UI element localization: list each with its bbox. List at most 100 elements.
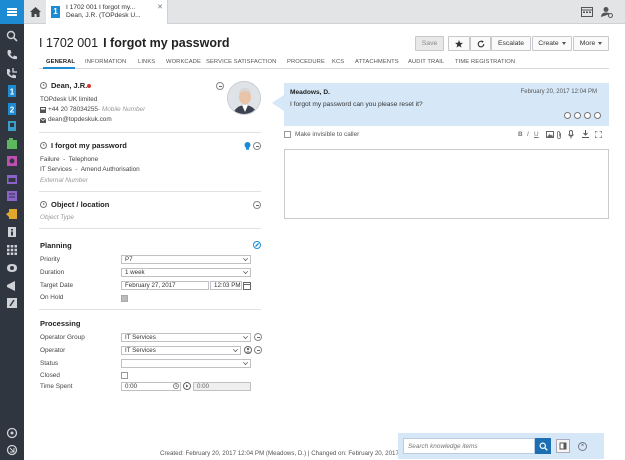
make-invisible-checkbox[interactable]: [284, 131, 291, 138]
save-button[interactable]: Save: [415, 36, 444, 51]
hamburger-icon: [7, 11, 17, 13]
open-incident-tab[interactable]: 1 I 1702 001 I forgot my... Dean, J.R. (…: [46, 0, 168, 24]
tab-title: I 1702 001 I forgot my...: [66, 4, 136, 11]
time-spent-input[interactable]: 0:00: [121, 382, 181, 391]
refresh-button[interactable]: [470, 36, 491, 51]
close-panel-icon[interactable]: ×: [578, 442, 587, 451]
close-tab-icon[interactable]: ✕: [157, 3, 163, 11]
note-pointer: [272, 95, 284, 111]
more-dropdown-button[interactable]: More: [573, 36, 609, 51]
knowledge-search-button[interactable]: [535, 438, 551, 454]
phone-icon[interactable]: [6, 49, 18, 61]
lock-icon[interactable]: [594, 112, 601, 119]
priority-select[interactable]: P7: [121, 255, 251, 264]
facility-icon[interactable]: [6, 208, 18, 220]
planning-title: Planning: [40, 241, 72, 250]
tab-workcade[interactable]: Workcade: [166, 59, 201, 65]
target-date-input[interactable]: February 27, 2017: [121, 281, 209, 290]
user-settings-icon[interactable]: [601, 6, 613, 18]
main-menu-button[interactable]: [0, 0, 24, 24]
home-button[interactable]: [24, 0, 46, 24]
service-value[interactable]: IT Services - Amend Authorisation: [40, 166, 140, 173]
status-select[interactable]: [121, 359, 251, 368]
duration-select[interactable]: 1 week: [121, 268, 251, 277]
assets-icon[interactable]: [6, 262, 18, 274]
caller-phone[interactable]: +44 20 78034255: [48, 106, 98, 113]
second-line-incident-icon[interactable]: 2: [6, 103, 18, 115]
expand-object-icon[interactable]: [40, 201, 47, 208]
italic-icon[interactable]: I: [527, 131, 529, 138]
calendar-icon[interactable]: [243, 281, 251, 290]
attachment-icon[interactable]: [556, 131, 562, 139]
tab-service-satisfaction[interactable]: Service satisfaction: [206, 59, 276, 65]
incoming-call-icon[interactable]: [6, 67, 18, 79]
caller-email[interactable]: dean@topdeskuk.com: [48, 116, 112, 123]
phone-icon: [40, 107, 46, 113]
tab-audit-trail[interactable]: Audit trail: [408, 59, 444, 65]
tab-links[interactable]: Links: [138, 59, 155, 65]
image-icon[interactable]: [546, 131, 554, 138]
add-time-icon[interactable]: [183, 382, 191, 390]
escalate-button[interactable]: Escalate: [491, 36, 531, 51]
tab-attachments[interactable]: Attachments: [355, 59, 399, 65]
underline-icon[interactable]: U: [534, 131, 539, 138]
target-date-label: Target Date: [40, 282, 74, 289]
collapse-request-icon[interactable]: [253, 142, 261, 150]
caller-name[interactable]: Dean, J.R.: [51, 81, 87, 90]
favorite-button[interactable]: [448, 36, 470, 51]
object-type-field[interactable]: Object Type: [40, 214, 74, 221]
tab-procedure[interactable]: Procedure: [287, 59, 325, 65]
note-editor[interactable]: [284, 149, 609, 219]
tab-time-registration[interactable]: Time registration: [455, 59, 515, 65]
pen-icon[interactable]: [6, 297, 18, 309]
grid-icon[interactable]: [6, 244, 18, 256]
collapse-caller-icon[interactable]: [216, 82, 224, 90]
logout-icon[interactable]: [6, 444, 18, 456]
reservations-icon[interactable]: [6, 190, 18, 202]
expand-request-icon[interactable]: [40, 142, 47, 149]
chevron-down-icon: [243, 269, 248, 274]
settings-icon[interactable]: [6, 427, 18, 439]
operator-select[interactable]: IT Services: [121, 346, 241, 355]
info-icon[interactable]: [6, 226, 18, 238]
expand-caller-icon[interactable]: [40, 82, 47, 89]
planning-assist-icon[interactable]: [253, 241, 261, 249]
search-icon[interactable]: [6, 30, 18, 42]
category-value[interactable]: Failure - Telephone: [40, 156, 98, 163]
external-number-field[interactable]: External Number: [40, 177, 88, 184]
bold-icon[interactable]: B: [518, 131, 523, 138]
collapse-object-icon[interactable]: [253, 201, 261, 209]
clock-icon[interactable]: [173, 383, 179, 389]
lightbulb-icon[interactable]: [244, 142, 251, 150]
star-icon: [455, 39, 463, 48]
create-dropdown-button[interactable]: Create: [532, 36, 572, 51]
announcement-icon[interactable]: [6, 280, 18, 292]
expand-icon[interactable]: [595, 131, 602, 138]
assign-user-icon[interactable]: [244, 346, 252, 354]
note-message: I forgot my password can you please rese…: [290, 101, 423, 108]
tab-kcs[interactable]: KCS: [332, 59, 344, 65]
first-line-incident-icon[interactable]: 1: [6, 85, 18, 97]
tab-general[interactable]: General: [46, 59, 75, 65]
calendar-grid-icon[interactable]: [581, 6, 593, 17]
knowledge-book-button[interactable]: [556, 439, 570, 453]
problem-icon[interactable]: [6, 120, 18, 132]
target-time-input[interactable]: 12:03 PM: [210, 281, 242, 290]
microphone-icon[interactable]: [568, 130, 574, 139]
edit-icon[interactable]: [574, 112, 581, 119]
forward-icon[interactable]: [584, 112, 591, 119]
calendar-icon[interactable]: [6, 173, 18, 185]
caller-mobile-field[interactable]: - Mobile Number: [98, 106, 145, 113]
download-icon[interactable]: [582, 130, 589, 138]
change-icon[interactable]: [6, 138, 18, 150]
operator-value: IT Services: [125, 347, 156, 354]
tab-information[interactable]: Information: [85, 59, 126, 65]
on-hold-checkbox[interactable]: [121, 295, 128, 302]
operator-group-select[interactable]: IT Services: [121, 333, 251, 342]
operator-menu-icon[interactable]: [254, 346, 262, 354]
reply-icon[interactable]: [564, 112, 571, 119]
operations-icon[interactable]: [6, 155, 18, 167]
operator-group-menu-icon[interactable]: [254, 333, 262, 341]
closed-checkbox[interactable]: [121, 372, 128, 379]
knowledge-search-input[interactable]: [403, 438, 535, 454]
